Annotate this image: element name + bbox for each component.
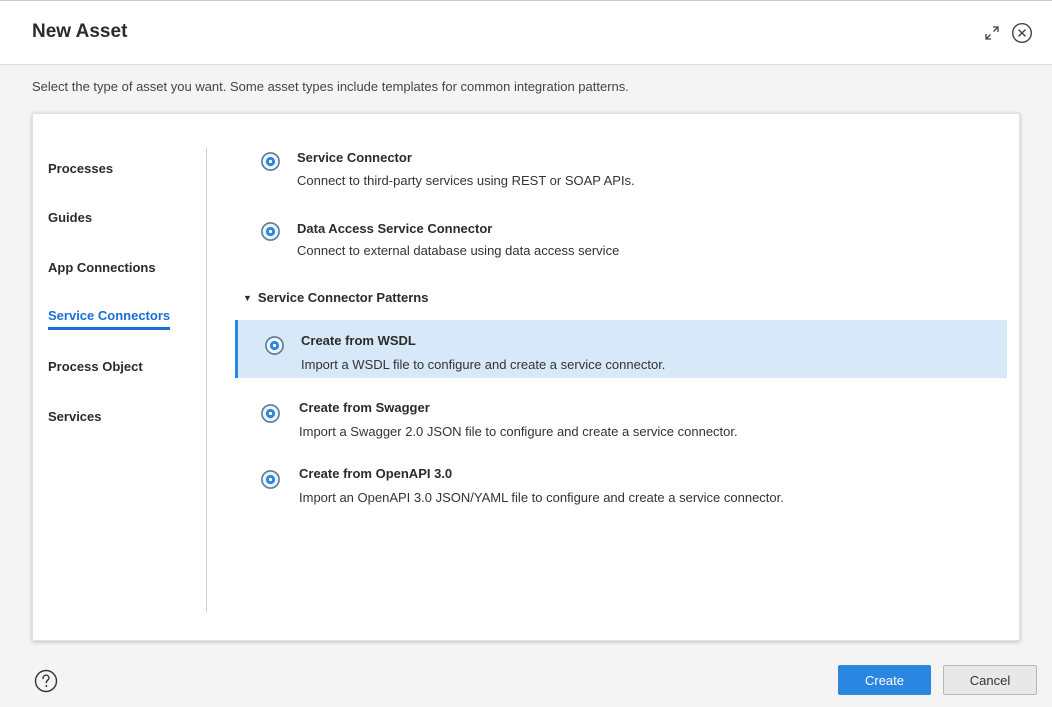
asset-item-create-from-swagger[interactable]: Create from Swagger Import a Swagger 2.0…: [235, 388, 1007, 446]
sidebar-item-guides[interactable]: Guides: [48, 210, 92, 229]
asset-description: Connect to external database using data …: [297, 243, 620, 258]
patterns-heading: Service Connector Patterns: [257, 290, 429, 305]
sidebar-item-processes[interactable]: Processes: [48, 161, 113, 180]
new-asset-dialog: New Asset Select the type of asset you w…: [0, 0, 1052, 707]
cancel-button[interactable]: Cancel: [943, 665, 1037, 695]
asset-item-data-access-service-connector[interactable]: Data Access Service Connector Connect to…: [235, 208, 1007, 266]
sidebar-item-app-connections[interactable]: App Connections: [48, 260, 156, 279]
gear-icon: [261, 152, 280, 171]
asset-item-service-connector[interactable]: Service Connector Connect to third-party…: [235, 138, 1007, 196]
close-icon[interactable]: [1010, 21, 1034, 45]
asset-description: Import a WSDL file to configure and crea…: [301, 357, 666, 372]
asset-title: Service Connector: [297, 150, 412, 165]
expand-icon[interactable]: [980, 21, 1004, 45]
asset-title: Create from Swagger: [299, 400, 430, 415]
asset-title: Data Access Service Connector: [297, 221, 493, 236]
help-icon[interactable]: [34, 669, 58, 693]
asset-type-sidebar: Processes Guides App Connections Service…: [33, 148, 207, 612]
dialog-header: New Asset: [0, 1, 1052, 65]
asset-list: Service Connector Connect to third-party…: [235, 114, 1021, 642]
gear-icon: [265, 336, 284, 355]
asset-panel: Processes Guides App Connections Service…: [32, 113, 1020, 641]
asset-description: Import a Swagger 2.0 JSON file to config…: [299, 424, 738, 439]
asset-description: Connect to third-party services using RE…: [297, 173, 635, 188]
patterns-section-toggle[interactable]: ▼ Service Connector Patterns: [243, 290, 428, 305]
dialog-title: New Asset: [32, 21, 128, 42]
asset-item-create-from-wsdl[interactable]: Create from WSDL Import a WSDL file to c…: [235, 320, 1007, 378]
asset-title: Create from WSDL: [301, 333, 416, 348]
create-button[interactable]: Create: [838, 665, 931, 695]
sidebar-item-services[interactable]: Services: [48, 409, 102, 428]
asset-title: Create from OpenAPI 3.0: [299, 466, 453, 481]
sidebar-item-process-object[interactable]: Process Object: [48, 359, 143, 378]
gear-icon: [261, 404, 280, 423]
gear-icon: [261, 470, 280, 489]
sidebar-item-service-connectors[interactable]: Service Connectors: [48, 308, 171, 330]
caret-down-icon: ▼: [243, 293, 252, 303]
gear-icon: [261, 222, 280, 241]
asset-description: Import an OpenAPI 3.0 JSON/YAML file to …: [299, 490, 784, 505]
dialog-subtitle: Select the type of asset you want. Some …: [32, 79, 629, 94]
asset-item-create-from-openapi[interactable]: Create from OpenAPI 3.0 Import an OpenAP…: [235, 454, 1007, 512]
